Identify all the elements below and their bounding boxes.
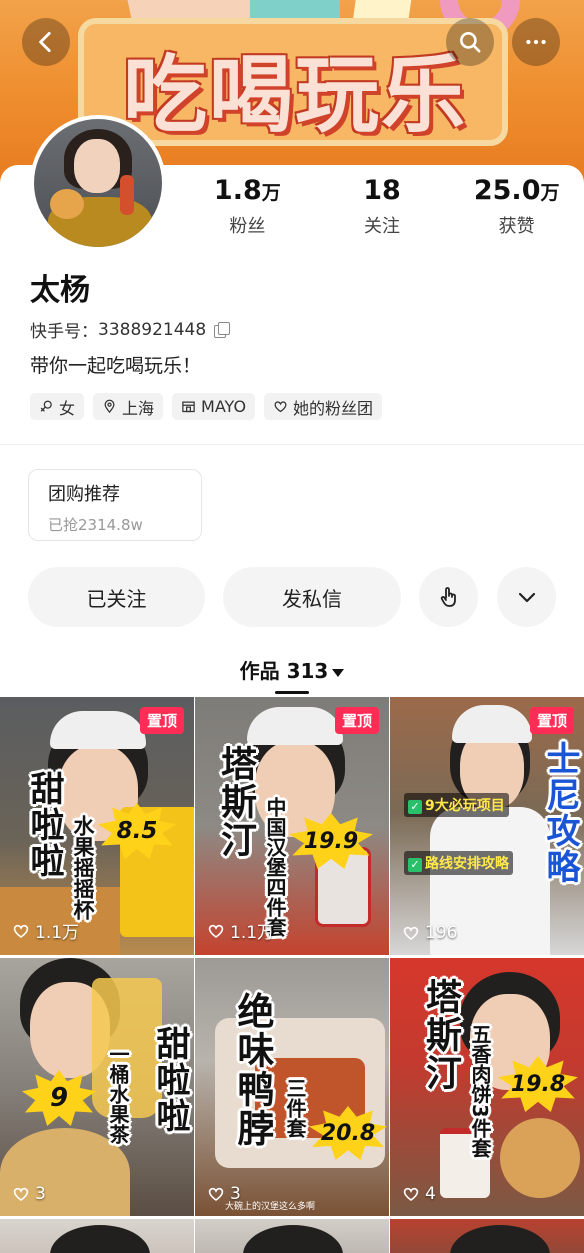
school-icon xyxy=(182,401,195,413)
tag-school[interactable]: MAYO xyxy=(172,393,256,420)
more-button[interactable] xyxy=(512,18,560,66)
tag-gender: 女 xyxy=(30,393,85,420)
likes-count: 3 xyxy=(35,1184,46,1204)
video-tile[interactable]: 置顶 塔斯汀 中国汉堡四件套 19.9 1.1万 xyxy=(195,697,389,955)
video-title: 塔斯汀 xyxy=(420,978,461,1092)
checklist-label: 9大必玩项目 xyxy=(425,798,505,814)
female-icon xyxy=(40,400,52,412)
profile-stats: 1.8万 粉丝 18 关注 25.0万 获赞 xyxy=(180,175,584,238)
stat-label: 获赞 xyxy=(498,216,535,237)
video-subtitle: 三件套 xyxy=(283,1078,307,1138)
stat-number: 25.0万 xyxy=(473,175,560,206)
video-tile[interactable]: 置顶 甜啦啦 水果摇摇杯 8.5 1.1万 xyxy=(0,697,194,955)
back-button[interactable] xyxy=(22,18,70,66)
video-likes: 1.1万 xyxy=(207,918,274,943)
group-buy-title: 团购推荐 xyxy=(48,484,120,505)
profile-name: 太杨 xyxy=(30,273,90,308)
kuaishou-id-value: 3388921448 xyxy=(98,319,207,340)
tag-fan-club[interactable]: 她的粉丝团 xyxy=(264,393,383,420)
video-likes: 3 xyxy=(207,1184,241,1204)
video-title: 甜啦啦 xyxy=(24,771,64,879)
video-tile[interactable]: 绝味鸭脖 三件套 20.8 大碗上的汉堡这么多啊 3 xyxy=(195,958,389,1216)
profile-bio: 带你一起吃喝玩乐！ xyxy=(30,355,202,377)
video-title: 甜啦啦 xyxy=(150,1026,190,1134)
kuaishou-id[interactable]: 快手号： 3388921448 xyxy=(30,317,231,342)
video-subtitle: 五香肉饼3件套 xyxy=(468,1024,492,1158)
search-button[interactable] xyxy=(446,18,494,66)
pinned-badge: 置顶 xyxy=(529,707,574,734)
checklist-item: ✓ 路线安排攻略 xyxy=(404,851,513,875)
divider xyxy=(0,444,584,445)
video-title: 塔斯汀 xyxy=(215,745,256,859)
video-likes: 196 xyxy=(402,923,457,943)
video-tile[interactable]: 甜啦啦 一桶水果茶 9 3 xyxy=(0,958,194,1216)
likes-count: 1.1万 xyxy=(230,923,275,943)
followed-button[interactable]: 已关注 xyxy=(28,567,205,627)
heart-icon xyxy=(13,924,29,938)
action-buttons: 已关注 发私信 xyxy=(28,567,556,627)
heart-icon xyxy=(403,1187,419,1202)
hand-pointer-icon xyxy=(440,587,456,607)
likes-count: 4 xyxy=(425,1184,436,1204)
avatar-photo xyxy=(34,119,162,247)
video-title: 士尼攻略 xyxy=(540,741,580,885)
tag-label: 女 xyxy=(59,398,76,418)
caret-down-icon xyxy=(332,668,345,677)
video-tile[interactable] xyxy=(0,1219,194,1253)
works-tab-label: 作品 313 xyxy=(239,659,329,683)
video-likes: 3 xyxy=(12,1184,46,1204)
expand-button[interactable] xyxy=(497,567,556,627)
heart-icon xyxy=(13,1187,29,1202)
tag-label: 上海 xyxy=(122,398,155,418)
chevron-down-icon xyxy=(518,592,535,603)
stat-number: 1.8万 xyxy=(213,175,281,206)
poke-button[interactable] xyxy=(419,567,478,627)
video-subtitle: 水果摇摇杯 xyxy=(71,815,95,920)
heart-outline-icon xyxy=(274,401,287,413)
avatar[interactable] xyxy=(30,115,166,251)
heart-icon xyxy=(403,926,419,941)
video-tile[interactable] xyxy=(390,1219,584,1253)
checklist-label: 路线安排攻略 xyxy=(425,856,509,872)
search-icon xyxy=(460,32,481,53)
stat-followers[interactable]: 1.8万 粉丝 xyxy=(180,175,315,238)
likes-count: 196 xyxy=(425,923,458,943)
message-button[interactable]: 发私信 xyxy=(223,567,401,627)
location-pin-icon xyxy=(104,399,115,414)
video-subtitle: 中国汉堡四件套 xyxy=(263,797,287,937)
video-subtitle: 一桶水果茶 xyxy=(106,1044,130,1144)
tab-works[interactable]: 作品 313 xyxy=(0,655,584,684)
group-buy-subtitle: 已抢2314.8w xyxy=(48,516,143,534)
stat-likes[interactable]: 25.0万 获赞 xyxy=(449,175,584,238)
tag-label: 她的粉丝团 xyxy=(293,398,374,418)
stat-label: 粉丝 xyxy=(229,216,266,237)
stat-label: 关注 xyxy=(364,216,400,237)
tag-location: 上海 xyxy=(93,393,164,420)
video-tile[interactable]: 塔斯汀 五香肉饼3件套 19.8 4 xyxy=(390,958,584,1216)
heart-icon xyxy=(208,924,224,938)
video-likes: 1.1万 xyxy=(12,918,79,943)
video-likes: 4 xyxy=(402,1184,436,1204)
pinned-badge: 置顶 xyxy=(139,707,184,734)
tag-label: MAYO xyxy=(201,397,247,416)
more-dots-icon xyxy=(526,39,546,45)
stat-following[interactable]: 18 关注 xyxy=(315,175,450,238)
likes-count: 1.1万 xyxy=(35,923,80,943)
heart-icon xyxy=(208,1187,224,1202)
video-tile[interactable] xyxy=(195,1219,389,1253)
video-title: 绝味鸭脖 xyxy=(231,992,274,1148)
stat-number: 18 xyxy=(363,175,401,206)
group-buy-card[interactable]: 团购推荐 已抢2314.8w xyxy=(28,469,202,541)
checklist-item: ✓ 9大必玩项目 xyxy=(404,793,509,817)
copy-icon[interactable] xyxy=(214,322,231,338)
pinned-badge: 置顶 xyxy=(334,707,379,734)
kuaishou-id-label: 快手号： xyxy=(30,322,98,342)
tab-underline xyxy=(275,691,309,694)
chevron-left-icon xyxy=(39,31,51,53)
likes-count: 3 xyxy=(230,1184,241,1204)
video-tile[interactable]: 置顶 士尼攻略 ✓ 9大必玩项目 ✓ 路线安排攻略 196 xyxy=(390,697,584,955)
banner-title: 吃喝玩乐 xyxy=(122,46,467,144)
profile-tags: 女 上海 MAYO 她的粉丝团 xyxy=(30,393,383,420)
